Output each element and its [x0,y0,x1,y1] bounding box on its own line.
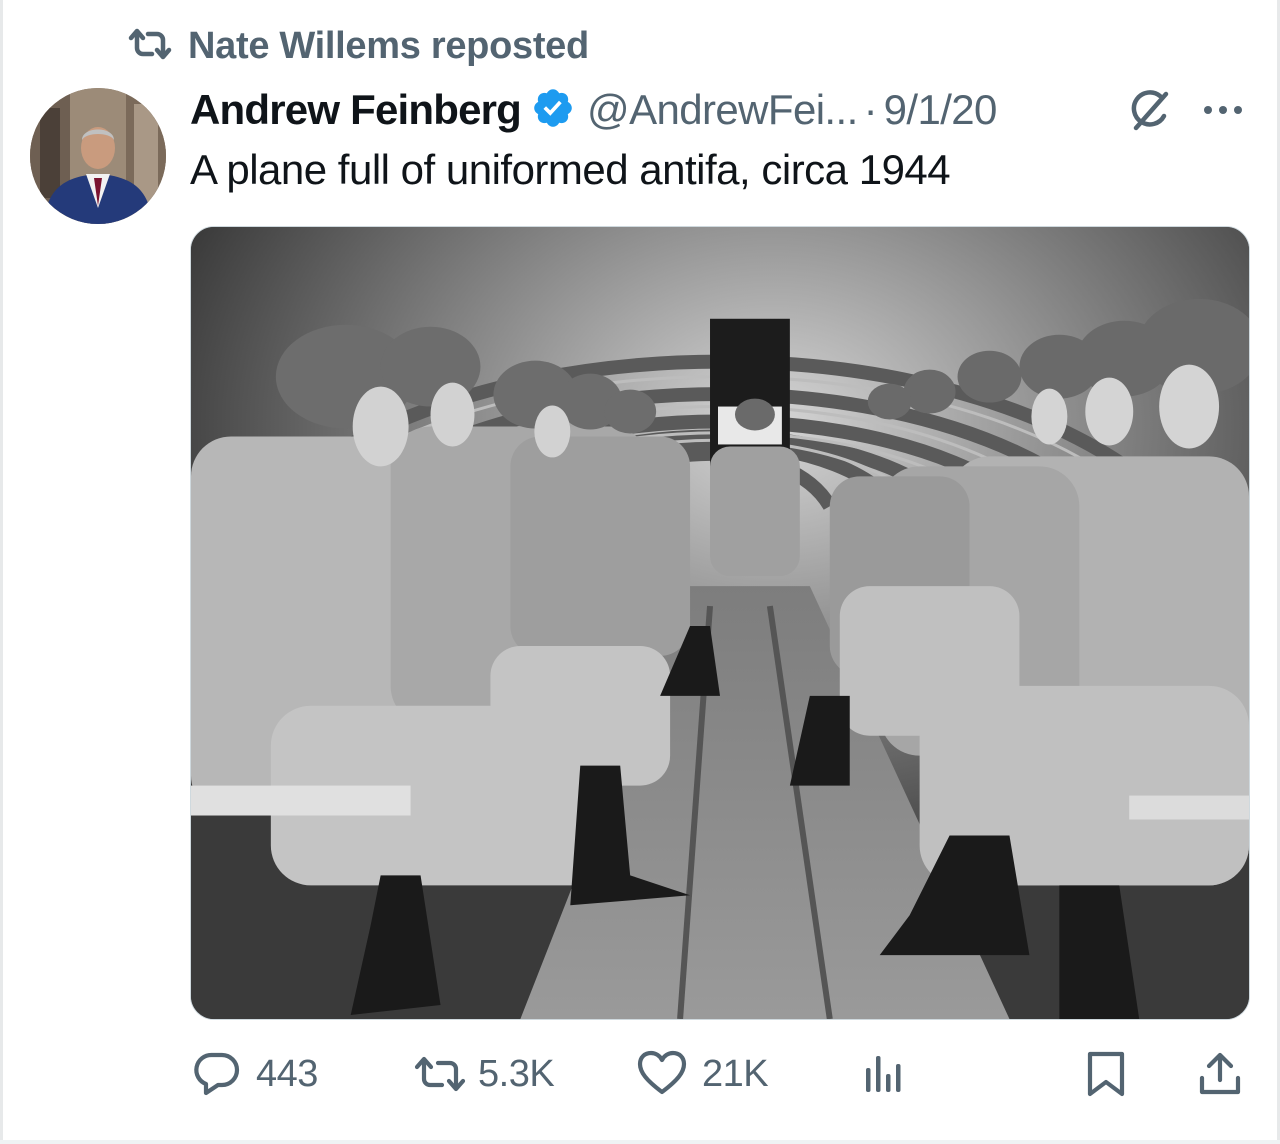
repost-count: 5.3K [478,1052,555,1095]
timestamp[interactable]: 9/1/20 [884,86,998,134]
share-icon [1196,1050,1244,1098]
like-count: 21K [702,1052,769,1095]
frame-bottom-border [0,1140,1280,1144]
verified-badge-icon[interactable] [521,86,575,135]
display-name[interactable]: Andrew Feinberg [190,86,522,134]
more-icon[interactable] [1198,100,1248,120]
repost-icon [126,26,174,67]
bookmark-button[interactable] [1084,1046,1128,1102]
avatar[interactable] [30,88,166,224]
like-button[interactable]: 21K [636,1046,769,1102]
repost-button[interactable]: 5.3K [412,1046,555,1102]
tweet-text: A plane full of uniformed antifa, circa … [190,146,951,193]
repost-label: Nate Willems reposted [188,24,589,67]
analytics-icon [862,1052,906,1096]
reply-count: 443 [256,1052,318,1095]
tweet-header: Andrew Feinberg @AndrewFei... · 9/1/20 [190,84,997,136]
views-button[interactable] [862,1046,906,1102]
heart-icon [636,1050,688,1098]
grok-icon[interactable] [1124,86,1174,136]
repost-icon [412,1054,468,1094]
action-bar: 443 5.3K 21K [190,1046,1250,1102]
bookmark-icon [1084,1050,1128,1098]
tweet-photo[interactable] [190,226,1250,1020]
separator: · [863,86,878,133]
reply-icon [192,1049,242,1099]
share-button[interactable] [1196,1046,1244,1102]
reply-button[interactable]: 443 [192,1046,318,1102]
repost-context[interactable]: Nate Willems reposted [126,24,589,68]
handle[interactable]: @AndrewFei... [587,86,858,134]
frame-left-border [0,0,3,1144]
